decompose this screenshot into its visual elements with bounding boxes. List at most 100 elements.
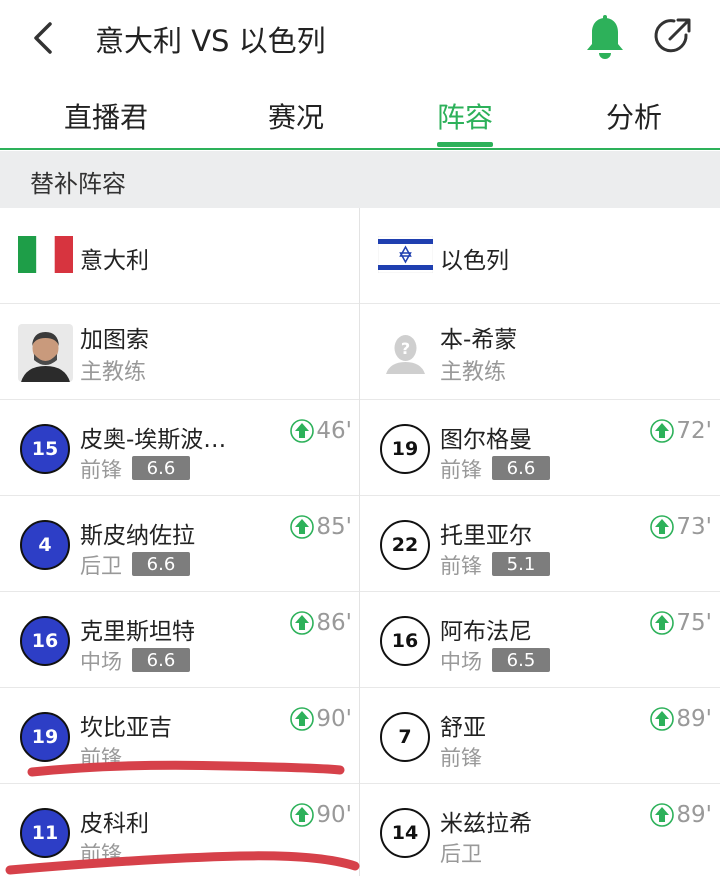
sub-in-arrow-icon [290, 707, 315, 731]
sub-minute: 90' [316, 706, 352, 732]
sub-in-time: 90' [290, 706, 352, 732]
sub-in-time: 46' [290, 418, 352, 444]
sub-in-time: 73' [650, 514, 712, 540]
player-position: 中场 [440, 650, 482, 674]
jersey-number: 16 [20, 616, 70, 666]
player-position: 前锋 [80, 746, 122, 770]
coach-role: 主教练 [440, 360, 507, 385]
player-cell[interactable]: 14 米兹拉希 后卫 89' [360, 784, 720, 876]
sub-minute: 46' [316, 418, 352, 444]
coach-name: 加图索 [80, 327, 149, 353]
sub-row: 11 皮科利 前锋 90' 14 米兹拉希 后卫 89' [0, 784, 720, 876]
player-name: 克里斯坦特 [80, 619, 195, 645]
player-name: 舒亚 [440, 715, 486, 741]
tab-match-status[interactable]: 赛况 [268, 96, 324, 136]
player-cell[interactable]: 11 皮科利 前锋 90' [0, 784, 360, 876]
default-avatar-icon: ? [378, 324, 433, 382]
coach-role: 主教练 [80, 360, 147, 385]
sub-in-arrow-icon [650, 611, 675, 635]
top-bar: 意大利 VS 以色列 [0, 0, 720, 78]
coach-cell-italy[interactable]: 加图索 主教练 [0, 304, 360, 400]
team-cell-israel: 以色列 [360, 208, 720, 304]
player-name: 托里亚尔 [440, 523, 532, 549]
column-divider [359, 208, 360, 876]
sub-minute: 75' [676, 610, 712, 636]
sub-row: 16 克里斯坦特 中场 6.6 86' 16 阿布法尼 中场 6.5 75' [0, 592, 720, 688]
lineup-grid: 意大利 以色列 加图索 主教练 ? 本-希蒙 主教练 15 皮奥-埃斯波… 前锋… [0, 208, 720, 876]
player-rating: 6.6 [132, 552, 190, 576]
share-icon[interactable] [652, 15, 694, 57]
sub-minute: 72' [676, 418, 712, 444]
player-rating: 6.6 [132, 456, 190, 480]
sub-in-arrow-icon [650, 515, 675, 539]
coach-avatar [18, 324, 73, 382]
sub-in-arrow-icon [290, 515, 315, 539]
player-name: 皮奥-埃斯波… [80, 427, 227, 453]
jersey-number: 7 [380, 712, 430, 762]
sub-row: 4 斯皮纳佐拉 后卫 6.6 85' 22 托里亚尔 前锋 5.1 73' [0, 496, 720, 592]
substitutes-section-header: 替补阵容 [0, 151, 720, 208]
player-position: 中场 [80, 650, 122, 674]
player-name: 米兹拉希 [440, 811, 532, 837]
player-cell[interactable]: 16 克里斯坦特 中场 6.6 86' [0, 592, 360, 688]
sub-minute: 89' [676, 706, 712, 732]
match-title: 意大利 VS 以色列 [95, 24, 326, 58]
tab-analysis[interactable]: 分析 [606, 96, 662, 136]
sub-minute: 73' [676, 514, 712, 540]
tab-bar: 直播君 赛况 阵容 分析 [0, 86, 720, 150]
section-title: 替补阵容 [30, 170, 126, 198]
player-rating: 6.6 [132, 648, 190, 672]
player-name: 阿布法尼 [440, 619, 532, 645]
player-cell[interactable]: 22 托里亚尔 前锋 5.1 73' [360, 496, 720, 592]
team-cell-italy: 意大利 [0, 208, 360, 304]
player-cell[interactable]: 16 阿布法尼 中场 6.5 75' [360, 592, 720, 688]
player-cell[interactable]: 19 坎比亚吉 前锋 90' [0, 688, 360, 784]
player-position: 前锋 [440, 554, 482, 578]
player-name: 斯皮纳佐拉 [80, 523, 195, 549]
back-chevron-icon[interactable] [26, 16, 62, 60]
player-name: 图尔格曼 [440, 427, 532, 453]
player-rating: 6.5 [492, 648, 550, 672]
tab-lineup[interactable]: 阵容 [437, 96, 493, 136]
sub-minute: 89' [676, 802, 712, 828]
player-cell[interactable]: 4 斯皮纳佐拉 后卫 6.6 85' [0, 496, 360, 592]
sub-in-time: 85' [290, 514, 352, 540]
team-row: 意大利 以色列 [0, 208, 720, 304]
active-tab-indicator [437, 142, 493, 147]
sub-row: 19 坎比亚吉 前锋 90' 7 舒亚 前锋 89' [0, 688, 720, 784]
player-name: 坎比亚吉 [80, 715, 172, 741]
tab-live[interactable]: 直播君 [64, 96, 148, 136]
italy-flag-icon [18, 236, 73, 273]
sub-minute: 85' [316, 514, 352, 540]
player-cell[interactable]: 7 舒亚 前锋 89' [360, 688, 720, 784]
jersey-number: 11 [20, 808, 70, 858]
sub-in-time: 89' [650, 802, 712, 828]
sub-in-arrow-icon [650, 803, 675, 827]
player-position: 前锋 [440, 458, 482, 482]
sub-in-time: 72' [650, 418, 712, 444]
coach-cell-israel[interactable]: ? 本-希蒙 主教练 [360, 304, 720, 400]
jersey-number: 15 [20, 424, 70, 474]
sub-in-arrow-icon [650, 419, 675, 443]
sub-in-time: 90' [290, 802, 352, 828]
bell-icon[interactable] [584, 14, 626, 60]
israel-flag-icon [378, 236, 433, 273]
sub-in-arrow-icon [290, 419, 315, 443]
player-rating: 5.1 [492, 552, 550, 576]
sub-in-arrow-icon [290, 611, 315, 635]
sub-row: 15 皮奥-埃斯波… 前锋 6.6 46' 19 图尔格曼 前锋 6.6 72' [0, 400, 720, 496]
player-position: 前锋 [80, 458, 122, 482]
player-position: 后卫 [440, 842, 482, 866]
coach-row: 加图索 主教练 ? 本-希蒙 主教练 [0, 304, 720, 400]
sub-in-time: 86' [290, 610, 352, 636]
player-cell[interactable]: 19 图尔格曼 前锋 6.6 72' [360, 400, 720, 496]
team-name: 意大利 [80, 248, 149, 274]
sub-in-arrow-icon [650, 707, 675, 731]
player-cell[interactable]: 15 皮奥-埃斯波… 前锋 6.6 46' [0, 400, 360, 496]
player-rating: 6.6 [492, 456, 550, 480]
jersey-number: 16 [380, 616, 430, 666]
coach-name: 本-希蒙 [440, 327, 518, 353]
sub-in-time: 75' [650, 610, 712, 636]
sub-in-arrow-icon [290, 803, 315, 827]
jersey-number: 19 [380, 424, 430, 474]
